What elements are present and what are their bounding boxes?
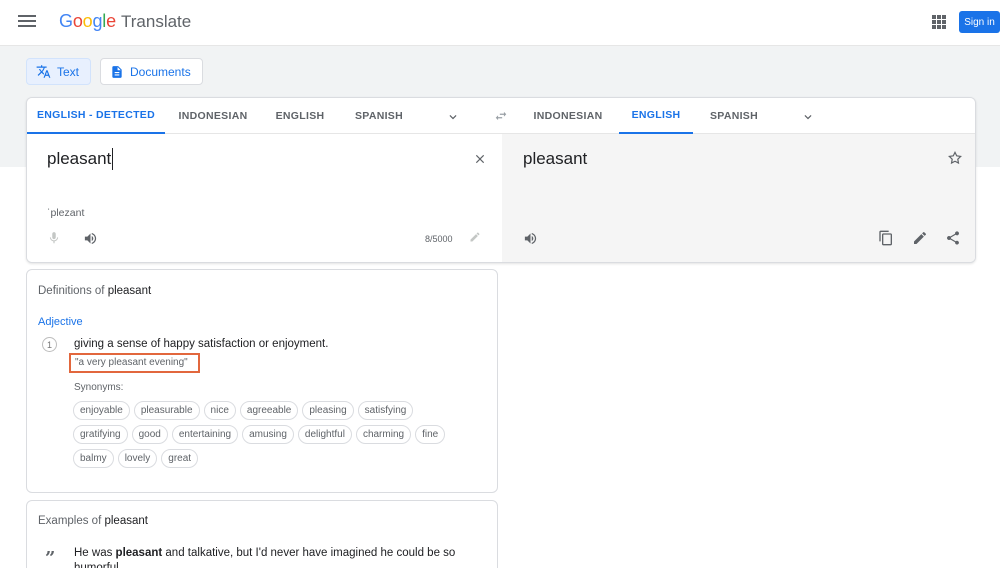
examples-title: Examples of pleasant xyxy=(38,515,148,527)
source-text-input[interactable]: pleasant xyxy=(47,148,114,170)
pencil-icon[interactable] xyxy=(469,231,481,243)
app-header: Google Translate Sign in xyxy=(0,0,1000,46)
synonym-chips: enjoyable pleasurable nice agreeable pleasin… xyxy=(73,401,473,473)
microphone-icon[interactable] xyxy=(47,231,61,245)
source-pane[interactable]: pleasant ˈplezant 8/5000 xyxy=(27,134,502,262)
definition-number: 1 xyxy=(42,337,57,352)
synonym-row: balmy lovely great xyxy=(73,449,473,468)
synonym-chip[interactable]: charming xyxy=(355,425,412,444)
synonym-chip[interactable]: balmy xyxy=(73,449,114,468)
synonym-chip[interactable]: good xyxy=(131,425,168,444)
source-lang-spanish-tab[interactable]: SPANISH xyxy=(343,98,415,134)
app-name: Translate xyxy=(121,12,192,31)
close-icon[interactable] xyxy=(473,152,487,166)
documents-mode-label: Documents xyxy=(130,64,191,79)
quote-icon: ” xyxy=(45,548,56,568)
target-lang-indonesian-tab[interactable]: INDONESIAN xyxy=(527,98,609,134)
synonym-chip[interactable]: gratifying xyxy=(73,425,128,444)
definitions-title: Definitions of pleasant xyxy=(38,285,152,297)
synonym-chip[interactable]: agreeable xyxy=(239,401,299,420)
synonym-chip[interactable]: lovely xyxy=(117,449,158,468)
text-mode-label: Text xyxy=(57,64,80,79)
source-lang-english-tab[interactable]: ENGLISH xyxy=(263,98,337,134)
language-bar: ENGLISH - DETECTED INDONESIAN ENGLISH SP… xyxy=(27,98,975,134)
target-lang-spanish-tab[interactable]: SPANISH xyxy=(699,98,769,134)
menu-icon[interactable] xyxy=(18,13,36,31)
translation-output: pleasant xyxy=(523,149,588,168)
example-sentence: He was pleasant and talkative, but I'd n… xyxy=(74,547,456,568)
synonym-row: enjoyable pleasurable nice agreeable pleasin… xyxy=(73,401,473,420)
synonyms-label: Synonyms: xyxy=(74,382,124,393)
synonym-chip[interactable]: enjoyable xyxy=(73,401,130,420)
examples-card: Examples of pleasant ” He was pleasant a… xyxy=(26,500,498,568)
copy-icon[interactable] xyxy=(878,230,894,246)
part-of-speech: Adjective xyxy=(38,316,83,328)
target-pane: pleasant xyxy=(502,134,975,262)
synonym-chip[interactable]: pleasing xyxy=(302,401,354,420)
edit-icon[interactable] xyxy=(912,230,928,246)
definition-gloss: giving a sense of happy satisfaction or … xyxy=(74,338,329,350)
synonym-chip[interactable]: amusing xyxy=(242,425,294,444)
source-lang-indonesian-tab[interactable]: INDONESIAN xyxy=(169,98,257,134)
google-logo[interactable]: Google xyxy=(59,11,116,32)
documents-mode-button[interactable]: Documents xyxy=(100,58,203,85)
synonym-chip[interactable]: great xyxy=(161,449,199,468)
share-icon[interactable] xyxy=(945,230,961,246)
swap-languages-icon[interactable] xyxy=(494,109,508,123)
synonym-chip[interactable]: delightful xyxy=(297,425,352,444)
synonym-chip[interactable]: satisfying xyxy=(357,401,414,420)
speaker-icon[interactable] xyxy=(83,231,98,246)
source-lang-detected-tab[interactable]: ENGLISH - DETECTED xyxy=(27,98,165,134)
chevron-down-icon[interactable] xyxy=(801,110,815,124)
star-icon[interactable] xyxy=(947,150,963,166)
phonetic-spelling: ˈplezant xyxy=(47,207,85,219)
target-lang-english-tab[interactable]: ENGLISH xyxy=(619,98,693,134)
character-counter: 8/5000 xyxy=(425,234,453,244)
chevron-down-icon[interactable] xyxy=(446,110,460,124)
synonym-chip[interactable]: entertaining xyxy=(171,425,239,444)
apps-grid-icon[interactable] xyxy=(932,15,946,29)
synonym-chip[interactable]: nice xyxy=(203,401,236,420)
speaker-icon[interactable] xyxy=(523,231,538,246)
definitions-card: Definitions of pleasant Adjective 1 givi… xyxy=(26,269,498,493)
definition-example: "a very pleasant evening" xyxy=(69,353,200,373)
translator-card: ENGLISH - DETECTED INDONESIAN ENGLISH SP… xyxy=(26,97,976,263)
synonym-row: gratifying good entertaining amusing delight… xyxy=(73,425,473,444)
translate-icon xyxy=(36,65,51,78)
text-mode-button[interactable]: Text xyxy=(26,58,91,85)
document-icon xyxy=(112,65,122,78)
synonym-chip[interactable]: pleasurable xyxy=(133,401,200,420)
synonym-chip[interactable]: fine xyxy=(415,425,446,444)
sign-in-button[interactable]: Sign in xyxy=(959,11,1000,33)
